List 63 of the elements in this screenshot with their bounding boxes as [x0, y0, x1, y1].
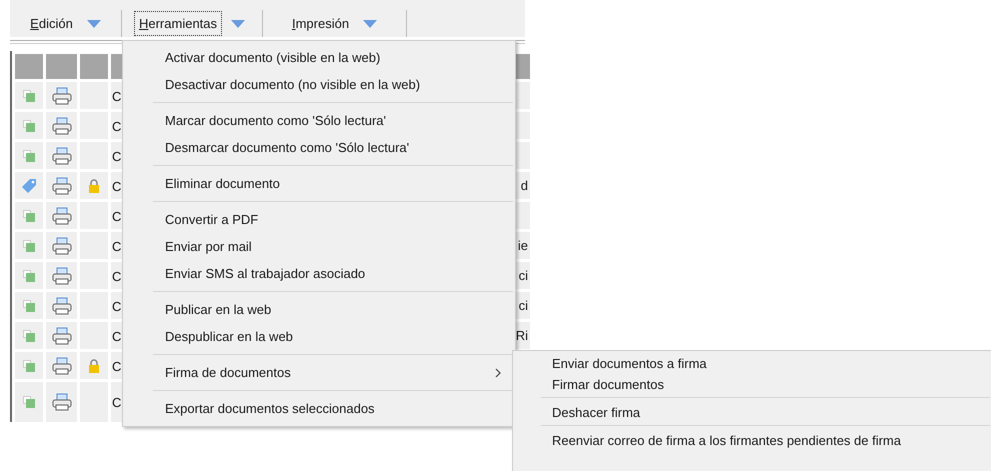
- printer-icon: [52, 326, 72, 344]
- table-cell: C: [112, 88, 122, 104]
- printer-icon: [52, 236, 72, 254]
- printer-icon: [52, 146, 72, 164]
- table-cell: C: [112, 298, 122, 314]
- status-square-icon: [23, 150, 35, 162]
- printer-icon: [52, 356, 72, 374]
- status-square-icon: [23, 396, 35, 408]
- caret-icon: [86, 20, 101, 28]
- column-header: [46, 54, 77, 79]
- caret-icon: [363, 20, 378, 28]
- printer-icon: [52, 86, 72, 104]
- table-cell: ci: [518, 298, 528, 313]
- printer-icon: [52, 176, 72, 194]
- status-square-icon: [23, 240, 35, 252]
- menu-item[interactable]: Firmar documentos: [513, 376, 991, 393]
- status-square-icon: [23, 270, 35, 282]
- table-cell: C: [112, 394, 122, 410]
- printer-icon: [52, 206, 72, 224]
- table-cell: d: [520, 178, 528, 193]
- chevron-right-icon: [495, 368, 501, 378]
- table-cell: ie: [518, 238, 528, 253]
- status-square-icon: [23, 210, 35, 222]
- caret-icon: [231, 20, 246, 28]
- table-cell: C: [112, 268, 122, 284]
- column-header: [15, 54, 43, 79]
- printer-icon: [52, 266, 72, 284]
- table-cell: C: [112, 178, 122, 194]
- lock-icon: [88, 358, 100, 372]
- menu-item[interactable]: Reenviar correo de firma a los firmantes pendientes de firma: [513, 432, 991, 449]
- menu-item[interactable]: Deshacer firma: [513, 404, 991, 421]
- menu-item[interactable]: Convertir a PDF: [123, 206, 515, 233]
- printer-icon: [52, 296, 72, 314]
- menu-item[interactable]: Publicar en la web: [123, 296, 515, 323]
- menu-item[interactable]: Despublicar en la web: [123, 323, 515, 350]
- table-cell: C: [112, 238, 122, 254]
- status-square-icon: [23, 90, 35, 102]
- menu-item[interactable]: Eliminar documento: [123, 170, 515, 197]
- menu-item[interactable]: Enviar SMS al trabajador asociado: [123, 260, 515, 287]
- printer-icon: [52, 393, 72, 411]
- lock-icon: [88, 178, 100, 192]
- menu-item[interactable]: Desactivar documento (no visible en la web): [123, 71, 515, 98]
- menu-item[interactable]: Desmarcar documento como 'Sólo lectura': [123, 134, 515, 161]
- status-square-icon: [23, 360, 35, 372]
- menu-item[interactable]: Enviar documentos a firma: [513, 355, 991, 372]
- menu-item[interactable]: Exportar documentos seleccionados: [123, 395, 515, 422]
- table-cell: C: [112, 358, 122, 374]
- table-cell: C: [112, 328, 122, 344]
- printer-icon: [52, 116, 72, 134]
- tag-icon: [21, 178, 37, 194]
- table-cell: C: [112, 118, 122, 134]
- status-square-icon: [23, 120, 35, 132]
- status-square-icon: [23, 300, 35, 312]
- table-cell: C: [112, 148, 122, 164]
- menu-item[interactable]: Marcar documento como 'Sólo lectura': [123, 107, 515, 134]
- table-cell: ci: [518, 268, 528, 283]
- table-cell: Ri: [516, 328, 528, 343]
- column-header: [80, 54, 108, 79]
- status-square-icon: [23, 330, 35, 342]
- menu-item[interactable]: Activar documento (visible en la web): [123, 44, 515, 71]
- menu-item[interactable]: Firma de documentos: [123, 359, 515, 386]
- table-cell: C: [112, 208, 122, 224]
- menu-item[interactable]: Enviar por mail: [123, 233, 515, 260]
